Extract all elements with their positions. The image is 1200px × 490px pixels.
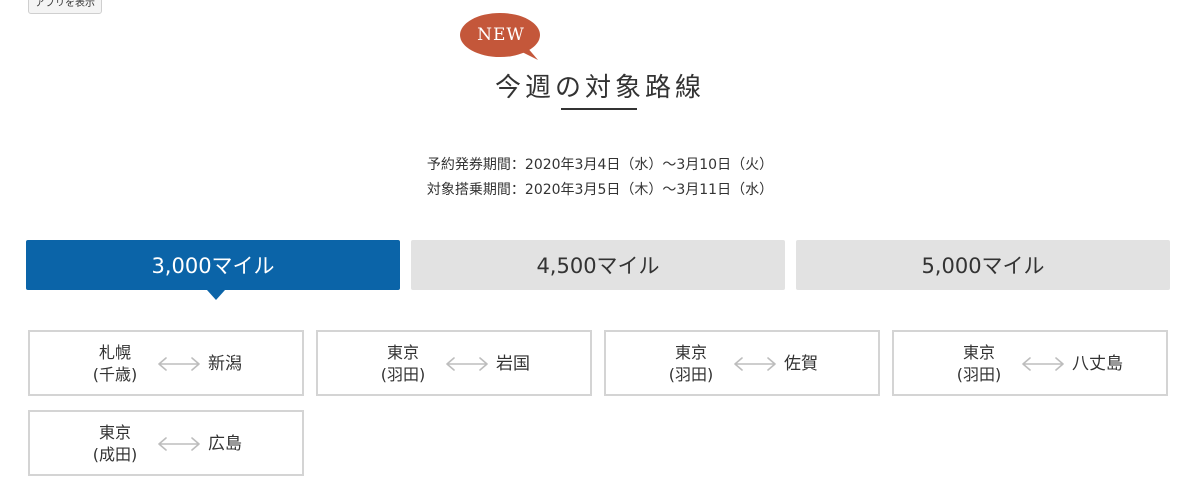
new-badge: NEW: [460, 12, 542, 62]
page-title: 今週の対象路線: [494, 73, 705, 103]
route-origin: 東京 (羽田): [934, 342, 1024, 386]
double-arrow-icon: [158, 357, 200, 371]
origin-airport: (成田): [92, 445, 138, 464]
title-underline: [561, 108, 637, 110]
route-origin: 札幌 (千歳): [70, 342, 160, 386]
route-card[interactable]: 東京 (成田) 広島: [28, 410, 304, 476]
double-arrow-icon: [446, 357, 488, 371]
double-arrow-icon: [1022, 357, 1064, 371]
route-origin: 東京 (成田): [70, 422, 160, 466]
origin-airport: (羽田): [956, 365, 1002, 384]
tab-3000-miles[interactable]: 3,000マイル: [26, 240, 400, 290]
boarding-period: 対象搭乗期間：2020年3月5日（木）〜3月11日（水）: [426, 182, 774, 198]
tab-5000-miles[interactable]: 5,000マイル: [796, 240, 1170, 290]
double-arrow-icon: [734, 357, 776, 371]
origin-city: 東京: [98, 423, 131, 442]
origin-city: 東京: [962, 343, 995, 362]
route-destination: 新潟: [208, 354, 242, 374]
booking-period: 予約発券期間：2020年3月4日（水）〜3月10日（火）: [426, 157, 774, 173]
tab-4500-miles[interactable]: 4,500マイル: [411, 240, 785, 290]
origin-city: 東京: [386, 343, 419, 362]
route-origin: 東京 (羽田): [358, 342, 448, 386]
route-origin: 東京 (羽田): [646, 342, 736, 386]
route-destination: 八丈島: [1072, 354, 1123, 374]
double-arrow-icon: [158, 437, 200, 451]
route-destination: 岩国: [496, 354, 530, 374]
origin-airport: (千歳): [92, 365, 138, 384]
origin-city: 東京: [674, 343, 707, 362]
origin-airport: (羽田): [668, 365, 714, 384]
origin-airport: (羽田): [380, 365, 426, 384]
route-card[interactable]: 東京 (羽田) 岩国: [316, 330, 592, 396]
route-destination: 佐賀: [784, 354, 818, 374]
active-tab-pointer: [207, 290, 225, 300]
show-app-tooltip: アプリを表示: [28, 0, 102, 14]
route-destination: 広島: [208, 434, 242, 454]
route-card[interactable]: 札幌 (千歳) 新潟: [28, 330, 304, 396]
route-card[interactable]: 東京 (羽田) 佐賀: [604, 330, 880, 396]
origin-city: 札幌: [98, 343, 131, 362]
route-card[interactable]: 東京 (羽田) 八丈島: [892, 330, 1168, 396]
new-badge-label: NEW: [477, 25, 525, 45]
